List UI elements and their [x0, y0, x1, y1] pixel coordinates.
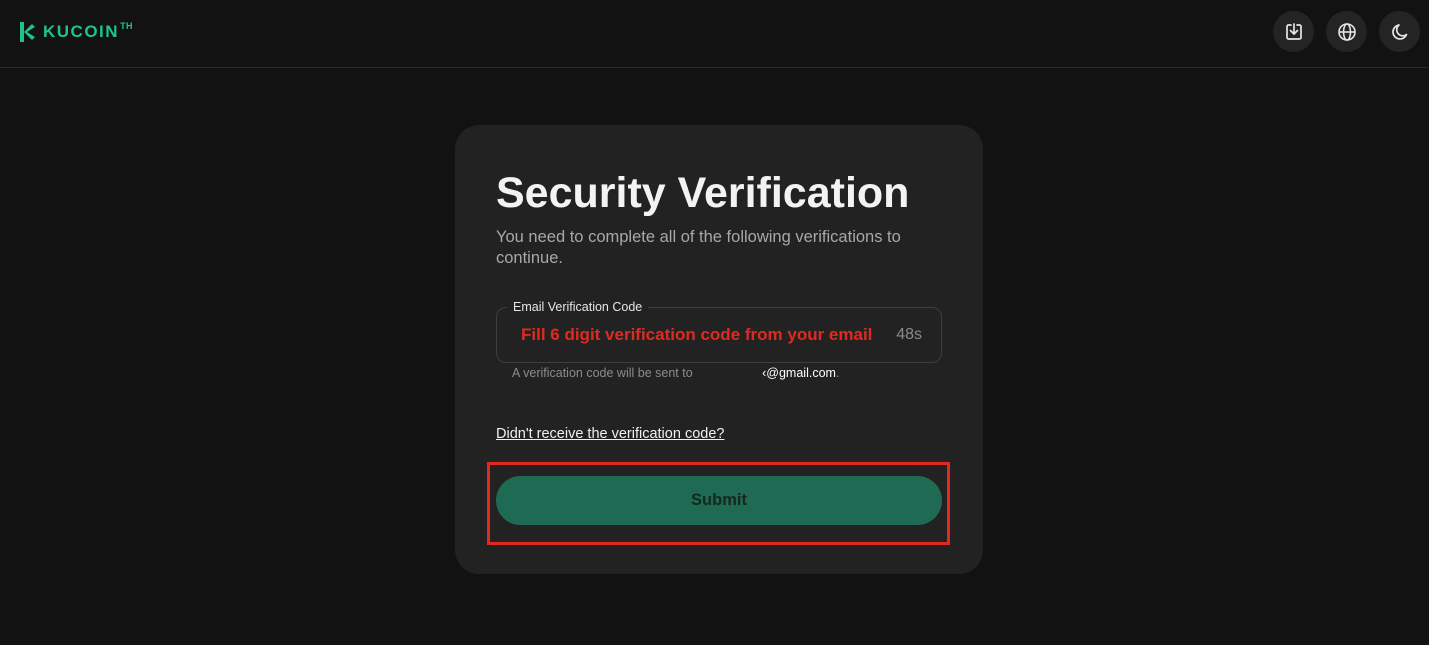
security-verification-card: Security Verification You need to comple… — [455, 125, 983, 574]
page-title: Security Verification — [496, 169, 910, 217]
globe-icon — [1337, 22, 1356, 41]
helper-email: ‹@gmail.com — [762, 366, 836, 380]
download-icon — [1285, 22, 1302, 40]
download-app-button[interactable] — [1273, 11, 1314, 52]
kucoin-logo-icon — [20, 22, 35, 42]
email-verification-code-label: Email Verification Code — [507, 300, 649, 314]
verification-helper-text: A verification code will be sent to ‹@gm… — [512, 366, 839, 380]
email-verification-code-field: Email Verification Code 48s — [496, 300, 942, 363]
language-button[interactable] — [1326, 11, 1367, 52]
helper-suffix: . — [835, 366, 840, 380]
logo-wordmark: KUCOIN — [43, 22, 120, 41]
helper-prefix: A verification code will be sent to — [512, 366, 697, 380]
masked-email-portion — [696, 367, 763, 380]
submit-button[interactable]: Submit — [496, 476, 942, 525]
theme-toggle-button[interactable] — [1379, 11, 1420, 52]
resend-countdown: 48s — [896, 326, 922, 343]
didnt-receive-code-link[interactable]: Didn't receive the verification code? — [496, 426, 724, 442]
page-subtitle: You need to complete all of the followin… — [496, 228, 901, 267]
logo-region-suffix: TH — [120, 21, 134, 31]
top-navigation-bar: KUCOIN TH — [0, 0, 1429, 68]
kucoin-logo[interactable]: KUCOIN TH — [17, 20, 133, 44]
header-actions — [1273, 11, 1420, 52]
moon-icon — [1391, 23, 1407, 40]
email-verification-code-input[interactable] — [521, 324, 881, 346]
